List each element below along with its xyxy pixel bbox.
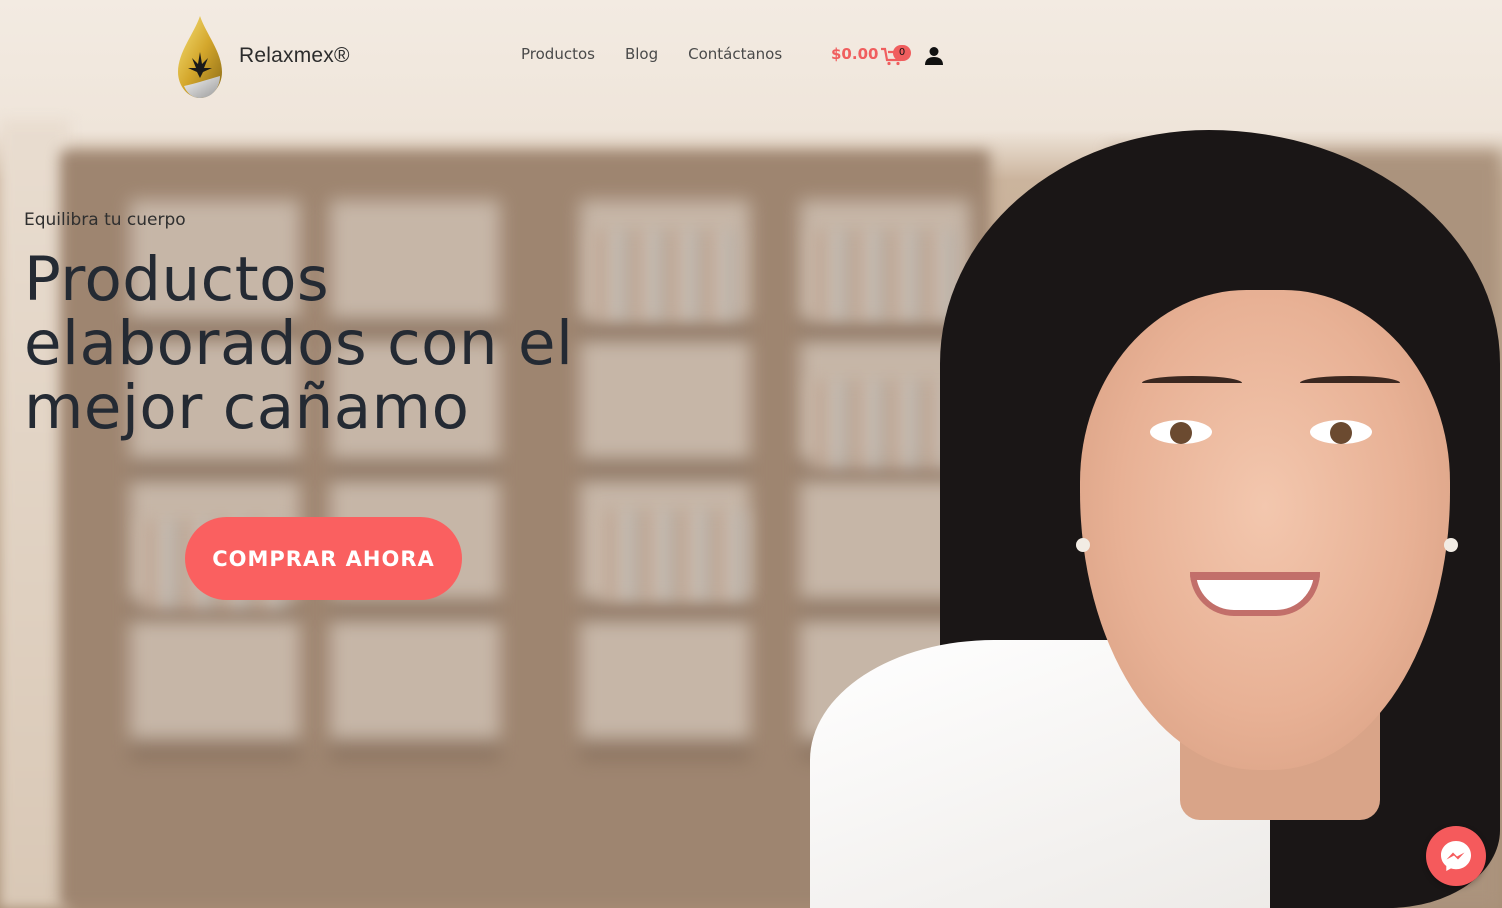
site-header: Relaxmex® Productos Blog Contáctanos $0.… [0,0,1502,110]
oil-drop-cannabis-leaf-icon[interactable] [176,16,224,98]
portrait-eye [1150,420,1212,444]
buy-now-button[interactable]: COMPRAR AHORA [185,517,462,600]
cart-count-badge: 0 [893,45,911,61]
portrait-brow [1300,376,1400,390]
portrait-earring [1076,538,1090,552]
hero-eyebrow: Equilibra tu cuerpo [24,210,186,230]
hero-headline: Productos elaborados con el mejor cañamo [24,244,574,443]
messenger-icon [1441,841,1471,871]
nav-item-productos[interactable]: Productos [521,45,595,63]
nav-item-contactanos[interactable]: Contáctanos [688,45,782,63]
portrait-earring [1444,538,1458,552]
portrait-eye [1310,420,1372,444]
hero-portrait [800,120,1502,908]
portrait-brow [1142,376,1242,390]
brand-name[interactable]: Relaxmex® [239,44,350,68]
background-books [600,510,750,600]
nav-item-blog[interactable]: Blog [625,45,658,63]
cart-total[interactable]: $0.00 [831,45,878,63]
main-nav: Productos Blog Contáctanos [521,45,782,63]
user-icon[interactable] [924,46,944,66]
messenger-chat-button[interactable] [1426,826,1486,886]
